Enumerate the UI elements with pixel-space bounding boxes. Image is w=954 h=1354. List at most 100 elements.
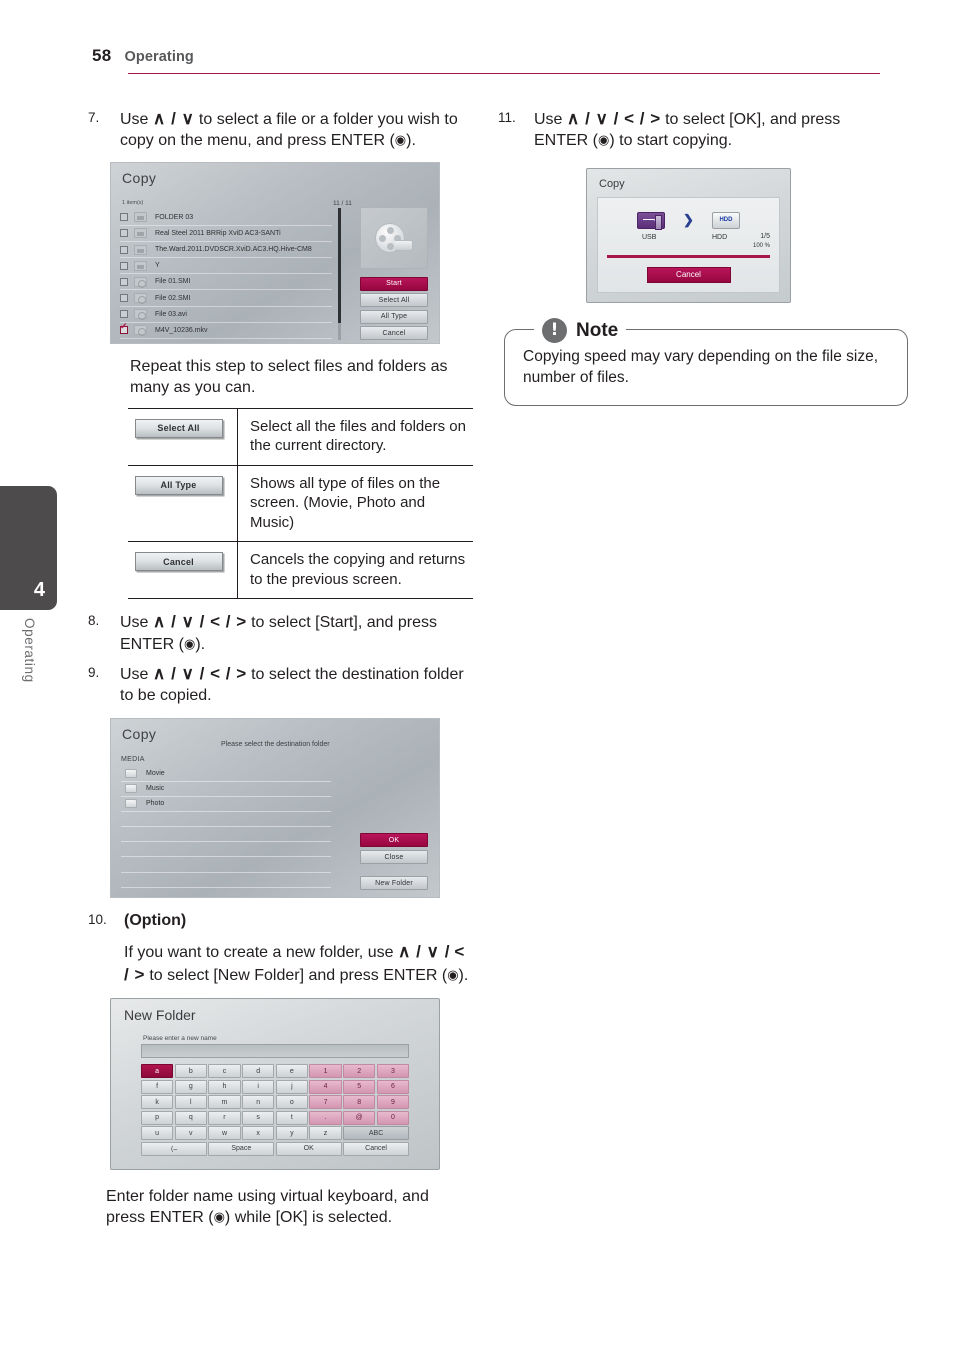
header-rule (128, 73, 880, 75)
key-j[interactable]: j (275, 1079, 308, 1094)
key-5[interactable]: 5 (343, 1079, 376, 1094)
key-[interactable]: @ (343, 1110, 376, 1125)
key-2[interactable]: 2 (343, 1064, 376, 1079)
key-7[interactable]: 7 (309, 1095, 342, 1110)
table-row[interactable]: FOLDER 03 (120, 210, 332, 226)
key-space[interactable]: Space (208, 1141, 275, 1156)
table-row[interactable]: Y (120, 258, 332, 275)
file-name: M4V_10236.mkv (155, 326, 208, 334)
ok-button[interactable]: OK (360, 833, 428, 848)
cancel-button[interactable]: Cancel (360, 326, 428, 341)
row-checkbox[interactable] (120, 294, 128, 303)
key-8[interactable]: 8 (343, 1095, 376, 1110)
step-10-body: If you want to create a new folder, use … (124, 941, 474, 986)
key-[interactable]: . (309, 1110, 342, 1125)
button-cell: Cancel (128, 542, 238, 599)
key-e[interactable]: e (275, 1064, 308, 1079)
scrollbar-thumb[interactable] (338, 207, 341, 323)
key-3[interactable]: 3 (376, 1064, 409, 1079)
disc-icon (134, 293, 147, 305)
table-row[interactable]: M4V_10236.mkv (120, 322, 332, 340)
key-f[interactable]: f (141, 1079, 174, 1094)
key-cancel[interactable]: Cancel (343, 1141, 409, 1156)
key-v[interactable]: v (174, 1126, 207, 1141)
key-q[interactable]: q (174, 1110, 207, 1125)
row-checkbox[interactable] (120, 261, 128, 270)
table-row[interactable]: File 01.SMI (120, 274, 332, 291)
key-m[interactable]: m (208, 1095, 241, 1110)
key-t[interactable]: t (275, 1110, 308, 1125)
key-g[interactable]: g (174, 1079, 207, 1094)
key-x[interactable]: x (242, 1126, 275, 1141)
new-folder-button[interactable]: New Folder (360, 876, 428, 891)
key-h[interactable]: h (208, 1079, 241, 1094)
step-8-arrows: ∧ / ∨ / < / > (152, 612, 247, 632)
step-7-text-a: Use (120, 111, 153, 128)
key-b[interactable]: b (174, 1064, 207, 1079)
list-item[interactable]: Movie (121, 766, 331, 782)
followup-text-b: ) while [OK] is selected. (224, 1209, 393, 1227)
row-checkbox[interactable] (120, 322, 128, 335)
key-n[interactable]: n (242, 1095, 275, 1110)
folder-name: Movie (146, 769, 165, 777)
key-9[interactable]: 9 (376, 1095, 409, 1110)
key-0[interactable]: 0 (376, 1110, 409, 1125)
table-row[interactable]: The.Ward.2011.DVDSCR.XviD.AC3.HQ.Hive-CM… (120, 242, 332, 259)
description-cell: Select all the files and folders on the … (250, 417, 466, 455)
key-c[interactable]: c (208, 1064, 241, 1079)
row-checkbox[interactable] (120, 229, 128, 238)
key-d[interactable]: d (242, 1064, 275, 1079)
key-1[interactable]: 1 (309, 1064, 342, 1079)
table-row[interactable]: Real Steel 2011 BRRip XviD AC3-SANTi (120, 226, 332, 242)
key-u[interactable]: u (141, 1126, 174, 1141)
key-z[interactable]: z (309, 1126, 342, 1141)
select-all-button[interactable]: Select All (134, 418, 223, 438)
table-row[interactable]: File 03.avi (120, 307, 332, 323)
key-6[interactable]: 6 (376, 1079, 409, 1094)
key-y[interactable]: y (275, 1126, 308, 1141)
cancel-button[interactable]: Cancel (134, 552, 223, 572)
step-10-heading: (Option) (124, 912, 187, 930)
list-item[interactable]: Photo (121, 797, 331, 812)
all-type-button[interactable]: All Type (360, 309, 428, 324)
key-abc[interactable]: ABC (343, 1126, 409, 1141)
scrollbar-track[interactable] (338, 207, 341, 340)
row-checkbox[interactable] (120, 213, 128, 222)
all-type-button[interactable]: All Type (134, 475, 223, 495)
start-button[interactable]: Start (360, 276, 428, 291)
progress-cancel-button[interactable]: Cancel (646, 266, 731, 283)
key-a[interactable]: a (141, 1064, 174, 1079)
key-r[interactable]: r (208, 1110, 241, 1125)
key-ok[interactable]: OK (275, 1141, 342, 1156)
table-row[interactable]: File 02.SMI (120, 290, 332, 307)
file-list[interactable]: FOLDER 03 Real Steel 2011 BRRip XviD AC3-… (120, 210, 332, 340)
keyboard-row: u v w x y z ABC (141, 1126, 409, 1141)
list-item[interactable]: Music (121, 782, 331, 797)
key-l[interactable]: l (174, 1095, 207, 1110)
key-4[interactable]: 4 (309, 1079, 342, 1094)
row-checkbox[interactable] (120, 245, 128, 254)
table-row: Select All Select all the files and folde… (128, 408, 473, 466)
folder-name: Music (146, 785, 165, 793)
key-o[interactable]: o (275, 1095, 308, 1110)
destination-folder-list[interactable]: Movie Music Photo (121, 766, 331, 888)
key-k[interactable]: k (141, 1095, 174, 1110)
new-folder-name-input[interactable] (141, 1044, 409, 1059)
transfer-icons: ❯ HDD (598, 211, 779, 230)
close-button[interactable]: Close (360, 850, 428, 865)
note-header: ! Note (534, 318, 627, 343)
section-title: Operating (124, 49, 194, 65)
enter-button-icon: ◉ (598, 133, 610, 149)
row-checkbox[interactable] (120, 310, 128, 319)
key-i[interactable]: i (242, 1079, 275, 1094)
key-w[interactable]: w (208, 1126, 241, 1141)
file-name: FOLDER 03 (155, 213, 194, 221)
file-name: The.Ward.2011.DVDSCR.XviD.AC3.HQ.Hive-CM… (155, 246, 312, 254)
key-s[interactable]: s (242, 1110, 275, 1125)
key-[interactable]: ⟨– (141, 1141, 207, 1156)
virtual-keyboard[interactable]: a b c d e 1 2 3 f g h i j 4 5 6 k l m n o 7 8 9 p q r s t. @0 u v w x y z AB… (141, 1064, 409, 1157)
row-checkbox[interactable] (120, 277, 128, 286)
select-all-button[interactable]: Select All (360, 293, 428, 308)
key-p[interactable]: p (141, 1110, 174, 1125)
button-cell: Select All (128, 408, 238, 465)
